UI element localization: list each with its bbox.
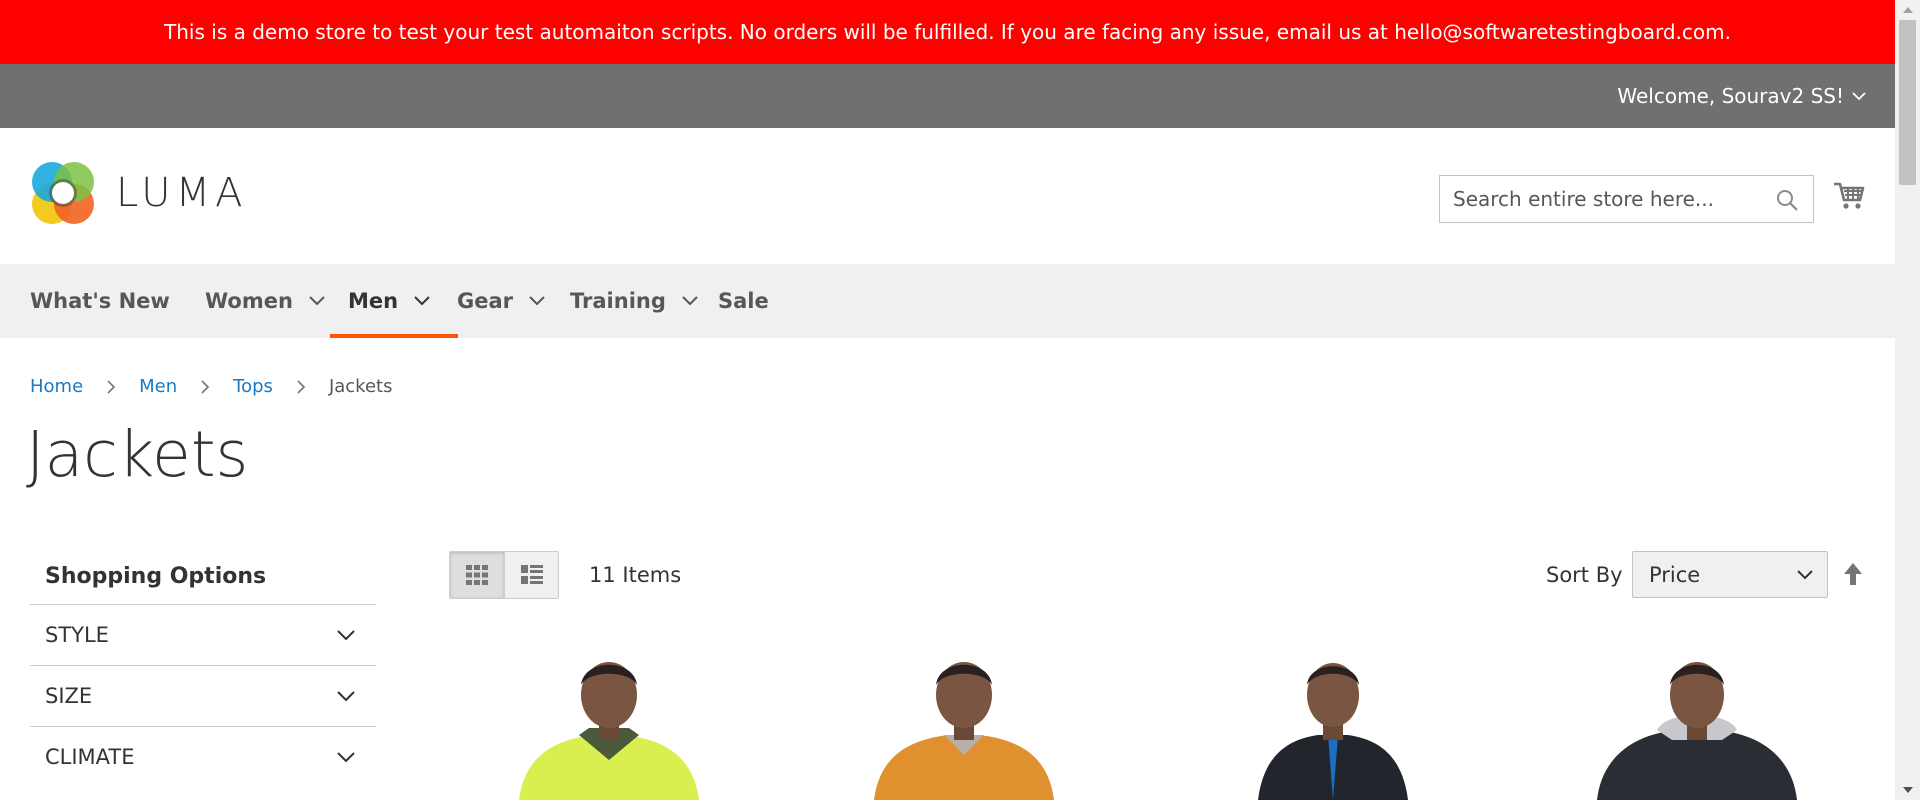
shopping-options-title: Shopping Options: [45, 563, 267, 589]
page-scrollbar[interactable]: [1895, 0, 1920, 800]
product-photo: [874, 662, 1054, 800]
main-navigation: What's New Women Men Gear Training Sale: [0, 264, 1895, 338]
page-title: Jackets: [26, 418, 249, 491]
chevron-down-icon: [682, 296, 698, 306]
luma-logo-icon: [32, 162, 94, 224]
logo-wordmark: LUMA: [116, 170, 248, 216]
chevron-down-icon: [1797, 569, 1813, 579]
product-grid: [449, 640, 1867, 800]
scroll-up-button[interactable]: [1895, 0, 1920, 20]
product-item-image[interactable]: [1537, 640, 1857, 800]
sort-by-select[interactable]: Price: [1632, 551, 1828, 598]
breadcrumb: Home Men Tops Jackets: [30, 376, 392, 397]
customer-menu-toggle[interactable]: Welcome, Sourav2 SS!: [1617, 64, 1866, 128]
filter-label: CLIMATE: [45, 745, 135, 769]
welcome-text: Welcome, Sourav2 SS!: [1617, 84, 1844, 108]
scrollbar-thumb[interactable]: [1899, 20, 1916, 185]
nav-label: Sale: [718, 289, 769, 313]
filter-style[interactable]: STYLE: [30, 604, 376, 665]
nav-label: Women: [205, 289, 293, 313]
chevron-down-icon: [529, 296, 545, 306]
nav-label: What's New: [30, 289, 170, 313]
toolbar-item-count: 11 Items: [589, 563, 682, 587]
nav-item-gear[interactable]: Gear: [457, 264, 545, 338]
site-header: LUMA: [0, 128, 1895, 264]
nav-label: Gear: [457, 289, 514, 313]
product-item-image[interactable]: [449, 640, 769, 800]
product-item-image[interactable]: [804, 640, 1124, 800]
nav-item-sale[interactable]: Sale: [718, 264, 769, 338]
arrow-down-icon: [1902, 787, 1913, 793]
breadcrumb-tops[interactable]: Tops: [233, 376, 273, 397]
product-photo: [1597, 662, 1797, 800]
shopping-options-sidebar: Shopping Options STYLE SIZE CLIMATE: [30, 548, 376, 787]
chevron-down-icon: [1852, 92, 1866, 101]
chevron-down-icon: [337, 691, 355, 702]
grid-icon: [466, 565, 488, 585]
nav-label: Training: [570, 289, 666, 313]
nav-item-women[interactable]: Women: [205, 264, 325, 338]
breadcrumb-men[interactable]: Men: [139, 376, 177, 397]
chevron-right-icon: [201, 379, 210, 394]
nav-item-whats-new[interactable]: What's New: [30, 264, 170, 338]
product-photo: [519, 662, 699, 800]
top-bar: Welcome, Sourav2 SS!: [0, 64, 1895, 128]
sort-selected-value: Price: [1649, 562, 1701, 587]
list-view-button[interactable]: [504, 552, 558, 598]
demo-notice-banner: This is a demo store to test your test a…: [0, 0, 1895, 64]
filter-size[interactable]: SIZE: [30, 665, 376, 726]
product-item-image[interactable]: [1173, 640, 1493, 800]
chevron-down-icon: [337, 630, 355, 641]
product-photo: [1258, 663, 1408, 800]
breadcrumb-home[interactable]: Home: [30, 376, 83, 397]
search-icon[interactable]: [1775, 188, 1799, 212]
nav-item-men[interactable]: Men: [329, 264, 459, 338]
chevron-right-icon: [297, 379, 306, 394]
luma-logo-link[interactable]: LUMA: [30, 160, 247, 226]
sort-arrow-icon[interactable]: [1842, 561, 1864, 587]
demo-notice-text: This is a demo store to test your test a…: [164, 20, 1731, 44]
breadcrumb-current: Jackets: [328, 376, 393, 397]
products-toolbar: 11 Items Sort By Price: [449, 551, 1867, 599]
chevron-down-icon: [337, 752, 355, 763]
search-input[interactable]: [1440, 177, 1760, 221]
search-box: [1439, 175, 1814, 223]
cart-icon[interactable]: [1832, 178, 1866, 212]
chevron-down-icon: [309, 296, 325, 306]
filter-label: STYLE: [45, 623, 109, 647]
filter-climate[interactable]: CLIMATE: [30, 726, 376, 787]
chevron-right-icon: [107, 379, 116, 394]
grid-view-button[interactable]: [450, 552, 504, 598]
filter-label: SIZE: [45, 684, 93, 708]
view-mode-switcher: [449, 551, 559, 599]
chevron-down-icon: [414, 296, 430, 306]
scroll-down-button[interactable]: [1895, 780, 1920, 800]
sort-by-label: Sort By: [1546, 563, 1623, 587]
nav-label: Men: [348, 289, 399, 313]
nav-item-training[interactable]: Training: [570, 264, 698, 338]
list-icon: [520, 565, 543, 584]
arrow-up-icon: [1902, 7, 1913, 13]
